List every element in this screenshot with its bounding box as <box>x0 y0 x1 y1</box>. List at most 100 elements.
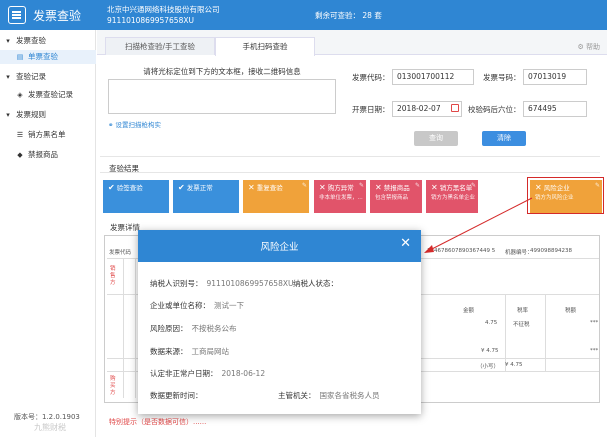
invoice-code-label: 发票代码： <box>352 73 390 82</box>
check-code-input[interactable]: 674495 <box>523 101 587 117</box>
footer-note[interactable]: 特别提示（是否数据可信）...... <box>109 417 206 427</box>
detail-title: 发票详情 <box>110 223 140 232</box>
highlight-box <box>527 177 604 214</box>
scan-panel: 请将光标定位到下方的文本框，接收二维码信息 ⚭ 设置扫描枪构实 <box>104 62 340 142</box>
close-icon[interactable]: ✕ <box>400 236 411 251</box>
result-invoice-normal[interactable]: ✔ 发票正常 <box>173 180 239 213</box>
arrow-head <box>424 245 434 253</box>
result-banned-goods[interactable]: ✕ 禁报商品 包含禁报商品 ✎ <box>370 180 422 213</box>
result-signature-ok[interactable]: ✔ 验签查验 <box>103 180 169 213</box>
risk-enterprise-modal: 风险企业 ✕ 纳税人识别号： 9111010869957658XU 纳税人状态： … <box>138 230 421 414</box>
tab-mobile-scan[interactable]: 手机扫码查验 <box>215 37 315 56</box>
help-label: 帮助 <box>586 43 600 51</box>
check-icon: ✔ <box>178 183 185 192</box>
tax-rate-value: 不征税 <box>513 322 530 328</box>
help-link[interactable]: ⚙ 帮助 <box>577 42 600 52</box>
result-label: 销方黑名单 <box>439 184 473 192</box>
divider <box>100 172 600 173</box>
invoice-line <box>505 294 506 371</box>
annotation-arrow <box>424 197 533 253</box>
sidebar-item-single-check[interactable]: ▤ 单票查验 <box>0 50 96 64</box>
query-button[interactable]: 查询 <box>414 131 458 146</box>
invoice-date-label: 开票日期： <box>352 105 390 114</box>
tab-scanner-manual[interactable]: 扫描枪查验/手工查验 <box>105 37 215 55</box>
modal-row-tax-status: 纳税人状态： <box>293 278 342 289</box>
help-icon: ⚙ <box>577 43 586 51</box>
total-amount: ¥ 4.75 <box>481 348 499 354</box>
total-value: ¥ 4.75 <box>505 362 523 368</box>
invoice-form: 发票代码： 013001700112 发票号码： 07013019 开票日期： … <box>350 62 600 152</box>
watermark: 九熊财税 <box>34 423 66 432</box>
invoice-number-label: 发票号码： <box>483 73 521 82</box>
sidebar-item-banned-goods[interactable]: ◆ 禁报商品 <box>0 148 96 162</box>
arrow-line <box>427 197 533 252</box>
pencil-icon: ✎ <box>358 182 364 189</box>
sidebar-item-check-records[interactable]: ◈ 发票查验记录 <box>0 88 96 102</box>
result-label: 发票正常 <box>186 184 213 192</box>
sidebar-item-label: 禁报商品 <box>28 150 58 159</box>
layers-icon: ◈ <box>17 91 23 99</box>
modal-row-tax-id: 纳税人识别号： 9111010869957658XU <box>150 278 293 289</box>
sidebar-group-invoice-check[interactable]: ▾ 发票查验 <box>0 34 96 48</box>
source-label: 数据来源： <box>150 347 188 356</box>
invoice-logo-icon <box>8 6 26 24</box>
total-tax: *** <box>590 348 599 354</box>
clear-button[interactable]: 清除 <box>482 131 526 146</box>
company-value: 测试一下 <box>214 301 244 310</box>
sidebar-group-rules[interactable]: ▾ 发票规则 <box>0 108 96 122</box>
invoice-line <box>135 258 136 398</box>
result-label: 购方异常 <box>327 184 354 192</box>
total-label: （小写） <box>477 364 500 370</box>
modal-header: 风险企业 ✕ <box>138 230 421 262</box>
version-label: 版本号：1.2.0.1903 <box>14 413 80 421</box>
sidebar-item-blacklist[interactable]: ☰ 销方黑名单 <box>0 128 96 142</box>
result-label: 禁报商品 <box>383 184 410 192</box>
result-label: 重复查验 <box>256 184 283 192</box>
tax-header: 税额 <box>565 308 577 314</box>
qr-receive-textarea[interactable] <box>108 79 336 114</box>
company-tax-id: 9111010869957658XU <box>107 16 194 25</box>
cross-icon: ✕ <box>248 183 255 192</box>
result-sub: 包含禁报商品 <box>375 195 409 201</box>
list-icon: ☰ <box>16 131 24 139</box>
file-icon: ▤ <box>16 53 24 61</box>
tax-status-label: 纳税人状态： <box>293 279 338 288</box>
quota-info: 剩余可查验： 28 套 <box>315 10 382 21</box>
authority-label: 主管机关： <box>278 391 316 400</box>
sidebar-item-label: 发票查验记录 <box>28 90 73 99</box>
pencil-icon: ✎ <box>301 182 307 189</box>
cross-icon: ✕ <box>319 183 326 192</box>
modal-row-identified-date: 认定非正常户日期： 2018-06-12 <box>150 368 265 379</box>
result-duplicate[interactable]: ✕ 重复查验 ✎ <box>243 180 309 213</box>
sidebar-group-records[interactable]: ▾ 查验记录 <box>0 70 96 84</box>
identified-label: 认定非正常户日期： <box>150 369 218 378</box>
divider <box>100 156 600 157</box>
identified-value: 2018-06-12 <box>221 369 266 378</box>
sidebar-item-label: 单票查验 <box>28 52 58 61</box>
scanner-settings-link[interactable]: ⚭ 设置扫描枪构实 <box>108 119 161 129</box>
invoice-code-input[interactable]: 013001700112 <box>392 69 474 85</box>
invoice-line <box>123 258 124 398</box>
app-header: 发票查验 北京中兴通网络科技股份有限公司 9111010869957658XU … <box>0 0 607 30</box>
app-title: 发票查验 <box>33 9 82 23</box>
modal-row-updated: 数据更新时间： <box>150 390 207 401</box>
result-sub: 非本单位发票，... <box>319 195 363 201</box>
invoice-date-input[interactable]: 2018-02-07 <box>392 101 462 117</box>
quota-label: 剩余可查验： <box>315 11 360 20</box>
caret-down-icon: ▾ <box>6 111 10 119</box>
caret-down-icon: ▾ <box>6 37 10 45</box>
invoice-number-input[interactable]: 07013019 <box>523 69 587 85</box>
source-value: 工商局网站 <box>191 347 230 356</box>
tax-rate-header: 税率 <box>517 308 529 314</box>
modal-row-authority: 主管机关： 国家各省税务人员 <box>278 390 380 401</box>
result-buyer-abnormal[interactable]: ✕ 购方异常非本单位发票，... ✎ <box>314 180 366 213</box>
caret-down-icon: ▾ <box>6 73 10 81</box>
amount-header: 金额 <box>463 308 475 314</box>
sidebar-item-label: 发票查验 <box>16 36 46 45</box>
modal-row-company: 企业或单位名称： 测试一下 <box>150 300 244 311</box>
scanner-link-label: 设置扫描枪构实 <box>115 121 162 129</box>
cross-icon: ✕ <box>431 183 438 192</box>
box-icon: ◆ <box>17 151 23 159</box>
calendar-icon[interactable] <box>451 104 459 112</box>
buyer-column-label: 购买方 <box>110 376 116 396</box>
